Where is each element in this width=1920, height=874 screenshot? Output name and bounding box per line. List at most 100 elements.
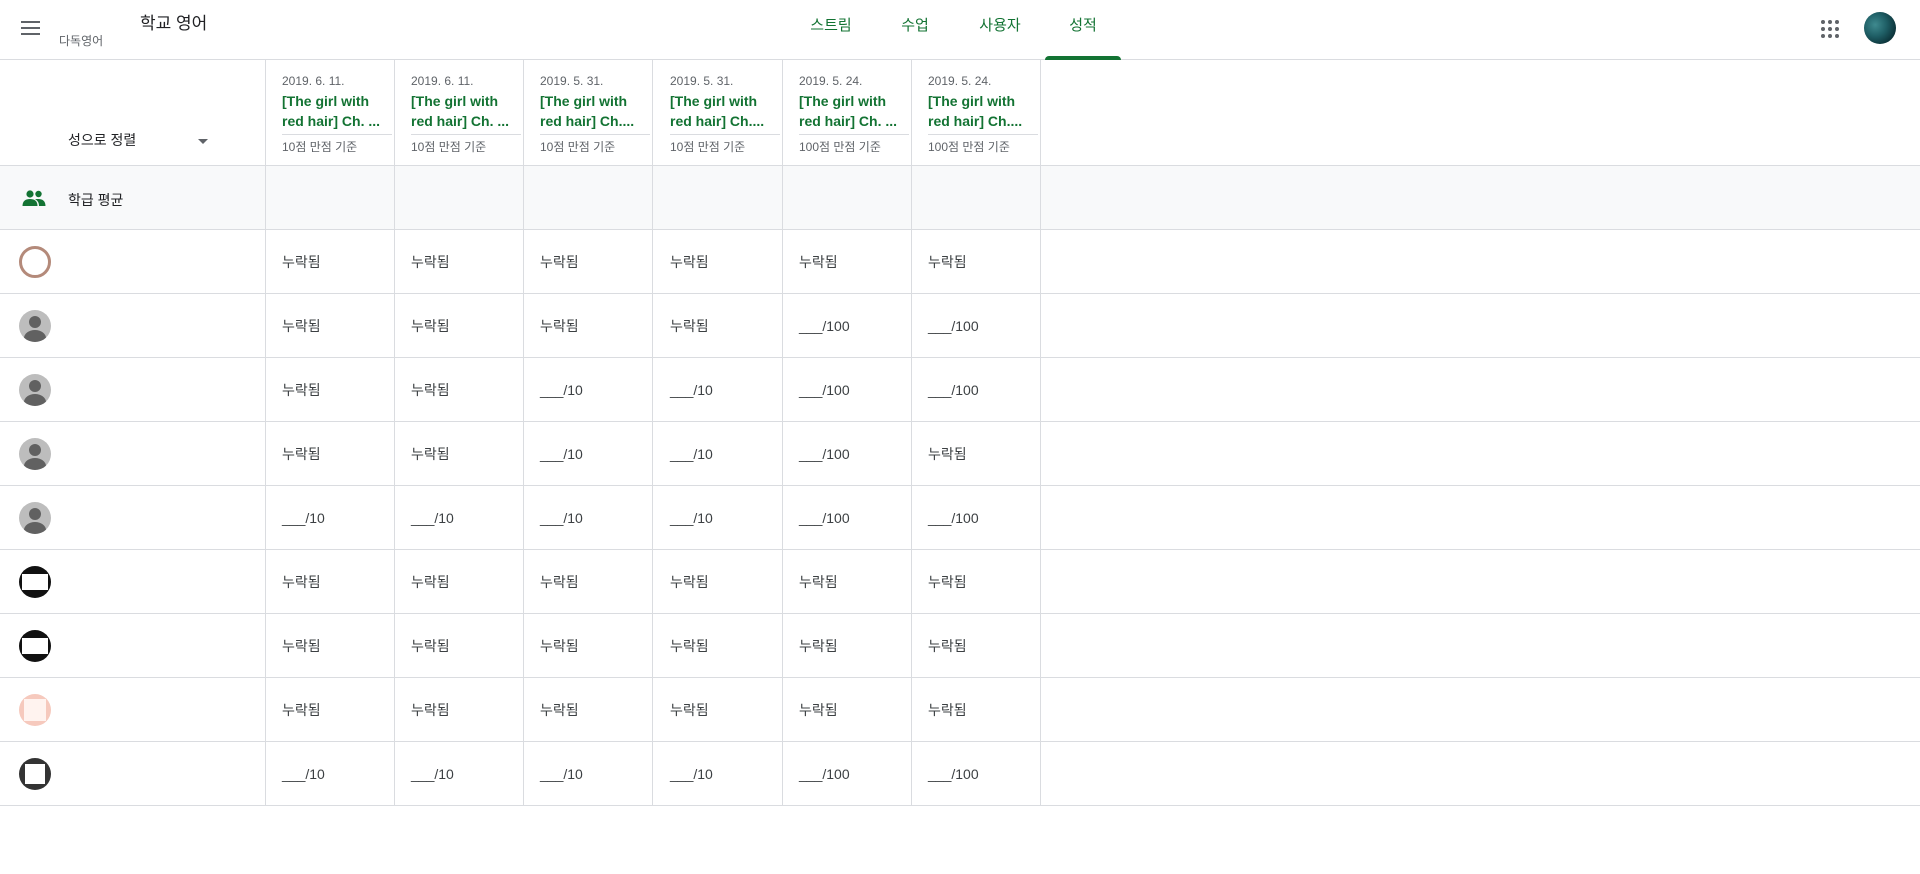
grade-cell[interactable]: ___/10 <box>654 422 782 486</box>
assignment-column-header[interactable]: 2019. 6. 11. [The girl with red hair] Ch.… <box>411 73 523 155</box>
grade-cell[interactable]: 누락됨 <box>912 422 1040 486</box>
grade-cell[interactable]: 누락됨 <box>395 230 523 294</box>
student-avatar[interactable] <box>19 758 51 790</box>
grade-cell[interactable]: 누락됨 <box>783 550 911 614</box>
grade-cell[interactable]: 누락됨 <box>395 614 523 678</box>
student-avatar[interactable] <box>19 502 51 534</box>
grade-cell[interactable]: 누락됨 <box>654 678 782 742</box>
grade-cell[interactable]: 누락됨 <box>524 678 652 742</box>
class-average-row <box>0 166 1920 230</box>
grade-cell[interactable]: 누락됨 <box>783 614 911 678</box>
tab-classwork[interactable]: 수업 <box>890 0 940 60</box>
grade-cell[interactable]: 누락됨 <box>266 614 394 678</box>
assignment-points: 10점 만점 기준 <box>411 134 521 155</box>
assignment-points: 10점 만점 기준 <box>540 134 650 155</box>
grade-cell[interactable]: ___/10 <box>266 742 394 806</box>
sort-dropdown[interactable]: 성으로 정렬 <box>68 130 208 154</box>
grade-cell[interactable]: 누락됨 <box>266 294 394 358</box>
assignment-title[interactable]: [The girl with red hair] Ch.... <box>928 91 1040 131</box>
assignment-column-header[interactable]: 2019. 5. 31. [The girl with red hair] Ch.… <box>540 73 652 155</box>
grade-cell[interactable]: ___/100 <box>912 294 1040 358</box>
grade-cell[interactable]: 누락됨 <box>395 294 523 358</box>
grade-cell[interactable]: 누락됨 <box>654 230 782 294</box>
grade-cell[interactable]: 누락됨 <box>654 294 782 358</box>
assignment-title[interactable]: [The girl with red hair] Ch.... <box>670 91 782 131</box>
grade-cell[interactable]: ___/10 <box>266 486 394 550</box>
grade-cell[interactable]: ___/10 <box>395 742 523 806</box>
grade-cell[interactable]: 누락됨 <box>266 422 394 486</box>
assignment-due-date: 2019. 6. 11. <box>411 74 474 88</box>
row-divider <box>0 165 1920 166</box>
student-avatar[interactable] <box>19 566 51 598</box>
grade-cell[interactable]: ___/100 <box>912 486 1040 550</box>
grade-cell[interactable]: ___/100 <box>783 422 911 486</box>
grade-cell[interactable]: 누락됨 <box>266 678 394 742</box>
student-avatar[interactable] <box>19 694 51 726</box>
grade-cell[interactable]: 누락됨 <box>395 678 523 742</box>
grade-cell[interactable]: 누락됨 <box>395 550 523 614</box>
grade-cell[interactable]: 누락됨 <box>783 678 911 742</box>
grade-cell[interactable]: ___/100 <box>783 358 911 422</box>
assignment-title[interactable]: [The girl with red hair] Ch. ... <box>411 91 523 131</box>
grade-cell[interactable]: 누락됨 <box>266 230 394 294</box>
assignment-due-date: 2019. 6. 11. <box>282 74 345 88</box>
assignment-column-header[interactable]: 2019. 5. 31. [The girl with red hair] Ch.… <box>670 73 782 155</box>
assignment-points: 100점 만점 기준 <box>799 134 909 155</box>
chevron-down-icon <box>198 139 208 144</box>
grade-cell[interactable]: ___/10 <box>654 486 782 550</box>
tab-stream[interactable]: 스트림 <box>798 0 864 60</box>
student-avatar[interactable] <box>19 310 51 342</box>
grade-cell[interactable]: 누락됨 <box>654 614 782 678</box>
grade-cell[interactable]: 누락됨 <box>266 550 394 614</box>
grade-cell[interactable]: 누락됨 <box>524 614 652 678</box>
tab-grades[interactable]: 성적 <box>1045 0 1121 60</box>
assignment-title[interactable]: [The girl with red hair] Ch. ... <box>799 91 911 131</box>
grade-cell[interactable]: ___/100 <box>912 358 1040 422</box>
assignment-points: 10점 만점 기준 <box>670 134 780 155</box>
assignment-title[interactable]: [The girl with red hair] Ch.... <box>540 91 652 131</box>
assignment-due-date: 2019. 5. 24. <box>928 74 992 88</box>
grade-cell[interactable]: 누락됨 <box>654 550 782 614</box>
assignment-title[interactable]: [The girl with red hair] Ch. ... <box>282 91 394 131</box>
student-avatar[interactable] <box>19 438 51 470</box>
grade-cell[interactable]: ___/100 <box>783 294 911 358</box>
grade-cell[interactable]: ___/10 <box>654 742 782 806</box>
assignment-points: 100점 만점 기준 <box>928 134 1038 155</box>
grade-cell[interactable]: 누락됨 <box>524 230 652 294</box>
assignment-due-date: 2019. 5. 31. <box>540 74 604 88</box>
grade-cell[interactable]: 누락됨 <box>783 230 911 294</box>
account-avatar[interactable] <box>1864 12 1896 44</box>
grade-cell[interactable]: 누락됨 <box>912 230 1040 294</box>
grade-cell[interactable]: ___/10 <box>654 358 782 422</box>
grade-cell[interactable]: ___/10 <box>395 486 523 550</box>
group-icon <box>22 190 46 206</box>
grade-cell[interactable]: 누락됨 <box>395 358 523 422</box>
assignment-column-header[interactable]: 2019. 5. 24. [The girl with red hair] Ch.… <box>928 73 1040 155</box>
sort-label: 성으로 정렬 <box>68 132 137 148</box>
assignment-column-header[interactable]: 2019. 5. 24. [The girl with red hair] Ch.… <box>799 73 911 155</box>
grade-cell[interactable]: ___/10 <box>524 422 652 486</box>
tab-people[interactable]: 사용자 <box>968 0 1032 60</box>
student-avatar[interactable] <box>19 246 51 278</box>
grade-cell[interactable]: 누락됨 <box>912 614 1040 678</box>
student-avatar[interactable] <box>19 630 51 662</box>
assignment-points: 10점 만점 기준 <box>282 134 392 155</box>
grade-cell[interactable]: ___/10 <box>524 742 652 806</box>
class-average-label: 학급 평균 <box>68 192 124 208</box>
grade-cell[interactable]: ___/10 <box>524 358 652 422</box>
grade-cell[interactable]: ___/100 <box>783 486 911 550</box>
grade-cell[interactable]: 누락됨 <box>912 678 1040 742</box>
grade-cell[interactable]: 누락됨 <box>266 358 394 422</box>
assignment-due-date: 2019. 5. 31. <box>670 74 734 88</box>
grade-cell[interactable]: 누락됨 <box>395 422 523 486</box>
grade-cell[interactable]: 누락됨 <box>912 550 1040 614</box>
grade-cell[interactable]: 누락됨 <box>524 294 652 358</box>
student-avatar[interactable] <box>19 374 51 406</box>
grade-cell[interactable]: ___/100 <box>783 742 911 806</box>
grade-cell[interactable]: 누락됨 <box>524 550 652 614</box>
column-divider <box>1040 60 1041 806</box>
assignment-column-header[interactable]: 2019. 6. 11. [The girl with red hair] Ch.… <box>282 73 394 155</box>
grade-cell[interactable]: ___/100 <box>912 742 1040 806</box>
grade-cell[interactable]: ___/10 <box>524 486 652 550</box>
apps-grid-icon[interactable] <box>1818 17 1844 43</box>
